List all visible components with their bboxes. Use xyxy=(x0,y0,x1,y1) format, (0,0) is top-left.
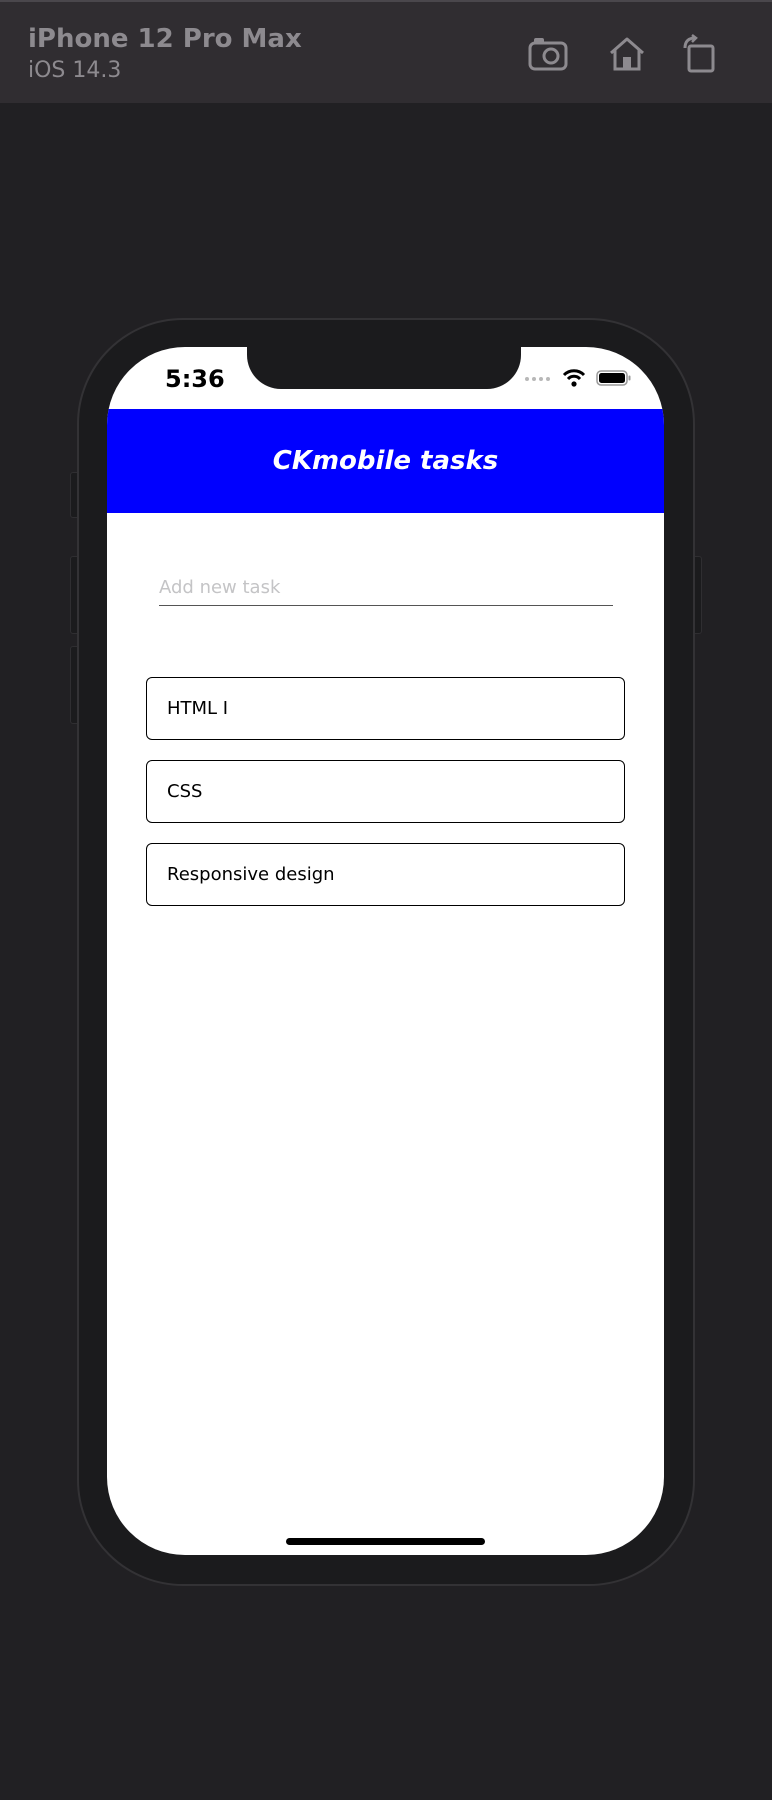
add-task-input[interactable] xyxy=(159,569,613,606)
app-header: CKmobile tasks xyxy=(107,409,664,513)
rotate-button[interactable] xyxy=(676,32,722,76)
status-icons xyxy=(524,369,632,387)
app-title: CKmobile tasks xyxy=(272,446,499,476)
notch xyxy=(247,347,521,389)
screenshot-button[interactable] xyxy=(526,32,572,76)
status-time: 5:36 xyxy=(165,365,225,393)
task-item[interactable]: HTML I xyxy=(146,677,625,740)
rotate-icon xyxy=(683,34,715,73)
battery-icon xyxy=(596,370,631,386)
home-icon xyxy=(610,37,644,71)
device-screen: 5:36 CKmobile tasks HTML I CSS Responsiv… xyxy=(107,347,664,1555)
task-item[interactable]: CSS xyxy=(146,760,625,823)
home-indicator[interactable] xyxy=(286,1538,485,1545)
task-item[interactable]: Responsive design xyxy=(146,843,625,906)
device-name: iPhone 12 Pro Max xyxy=(28,24,302,54)
os-version: iOS 14.3 xyxy=(28,58,122,83)
simulator-toolbar: iPhone 12 Pro Max iOS 14.3 xyxy=(0,0,772,103)
camera-icon xyxy=(528,38,568,71)
home-button[interactable] xyxy=(604,32,650,76)
wifi-icon xyxy=(562,369,586,387)
signal-dots-icon xyxy=(525,377,550,381)
task-list: HTML I CSS Responsive design xyxy=(146,677,625,906)
